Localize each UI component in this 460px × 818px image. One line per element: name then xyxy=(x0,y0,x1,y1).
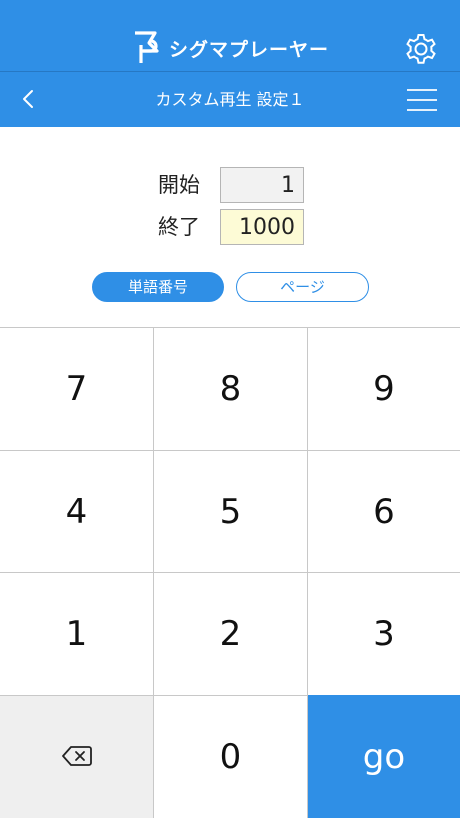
range-panel: 開始 終了 単語番号 ページ xyxy=(0,127,460,327)
numeric-keypad: 7 8 9 4 5 6 1 2 3 0 go xyxy=(0,327,460,818)
app-name: シグマプレーヤー xyxy=(168,38,329,61)
end-row: 終了 xyxy=(0,209,460,245)
key-0[interactable]: 0 xyxy=(154,695,308,818)
menu-button[interactable] xyxy=(404,84,440,116)
start-label: 開始 xyxy=(158,173,200,197)
key-8[interactable]: 8 xyxy=(154,327,308,450)
start-row: 開始 xyxy=(0,167,460,203)
key-2[interactable]: 2 xyxy=(154,572,308,695)
key-1[interactable]: 1 xyxy=(0,572,154,695)
mode-word-number-button[interactable]: 単語番号 xyxy=(92,272,224,302)
end-label: 終了 xyxy=(158,215,200,239)
back-button[interactable] xyxy=(12,82,46,116)
mode-page-button[interactable]: ページ xyxy=(236,272,369,302)
key-3[interactable]: 3 xyxy=(308,572,460,695)
sigma-player-logo-icon xyxy=(131,31,161,65)
key-6[interactable]: 6 xyxy=(308,450,460,572)
delete-key[interactable] xyxy=(0,695,154,818)
end-field[interactable] xyxy=(220,209,304,245)
go-button[interactable]: go xyxy=(308,695,460,818)
backspace-icon xyxy=(61,737,93,777)
settings-button[interactable] xyxy=(402,30,440,68)
gear-icon xyxy=(402,30,440,68)
key-7[interactable]: 7 xyxy=(0,327,154,450)
key-4[interactable]: 4 xyxy=(0,450,154,572)
chevron-left-icon xyxy=(12,90,46,120)
app-brand: シグマプレーヤー xyxy=(0,28,460,68)
page-title: カスタム再生 設定１ xyxy=(155,90,305,109)
app-header: シグマプレーヤー xyxy=(0,0,460,72)
key-5[interactable]: 5 xyxy=(154,450,308,572)
start-field[interactable] xyxy=(220,167,304,203)
hamburger-menu-icon xyxy=(404,89,440,120)
nav-bar: カスタム再生 設定１ xyxy=(0,72,460,127)
key-9[interactable]: 9 xyxy=(308,327,460,450)
